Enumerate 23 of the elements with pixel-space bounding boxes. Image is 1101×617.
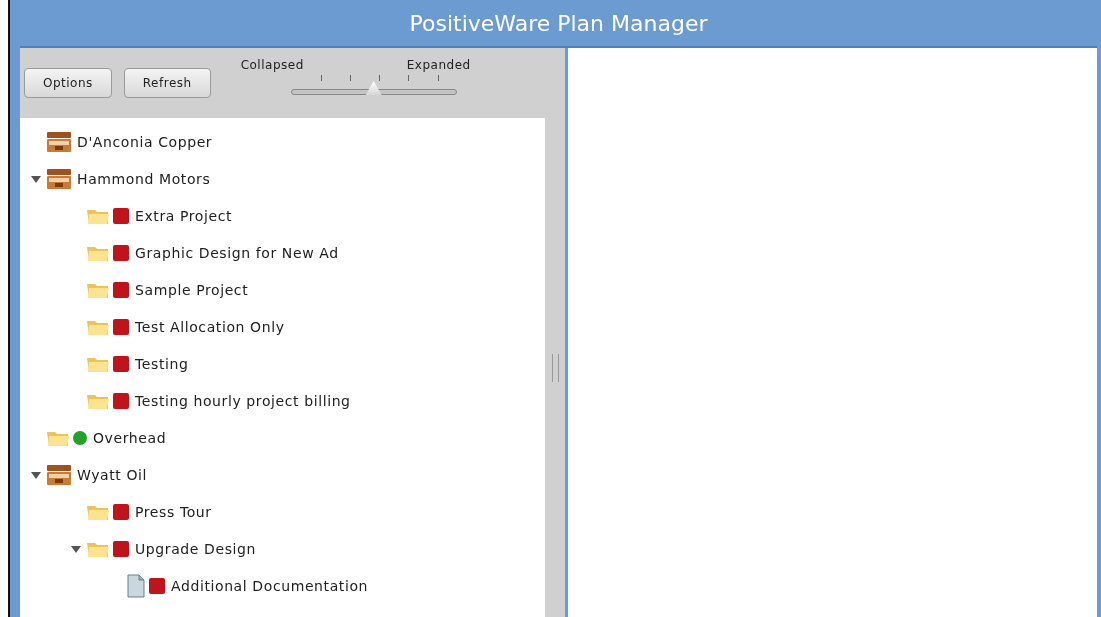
document-icon xyxy=(126,573,146,598)
tree-item-label[interactable]: Extra Project xyxy=(135,207,233,224)
tree-item-label[interactable]: Overhead xyxy=(93,429,167,446)
tree-item-label[interactable]: Hammond Motors xyxy=(77,170,211,187)
tree-item-label[interactable]: D'Anconia Copper xyxy=(77,133,213,150)
tree-item-label[interactable]: Upgrade Design xyxy=(135,540,257,557)
tree-item-label[interactable]: Press Tour xyxy=(135,503,212,520)
slider-min-label: Collapsed xyxy=(240,58,304,72)
briefcase-icon xyxy=(46,129,72,154)
toolbar-button[interactable]: Refresh xyxy=(123,68,211,98)
briefcase-icon xyxy=(46,166,72,191)
briefcase-icon xyxy=(46,462,72,487)
toolbar-button[interactable]: Options xyxy=(24,68,112,98)
tree-item-label[interactable]: Testing xyxy=(135,355,189,372)
tree-item-label[interactable]: Test Allocation Only xyxy=(135,318,285,335)
tree-item-label[interactable]: Additional Documentation xyxy=(171,577,369,594)
tree-item-label[interactable]: Graphic Design for New Ad xyxy=(135,244,339,261)
tree-item-label[interactable]: Testing hourly project billing xyxy=(135,392,351,409)
window-title: PositiveWare Plan Manager xyxy=(409,10,708,36)
tree-item-label[interactable]: Wyatt Oil xyxy=(77,466,148,483)
tree-item-label[interactable]: Sample Project xyxy=(135,281,249,298)
splitter-grip-icon[interactable] xyxy=(551,353,559,382)
slider-max-label: Expanded xyxy=(406,58,471,72)
